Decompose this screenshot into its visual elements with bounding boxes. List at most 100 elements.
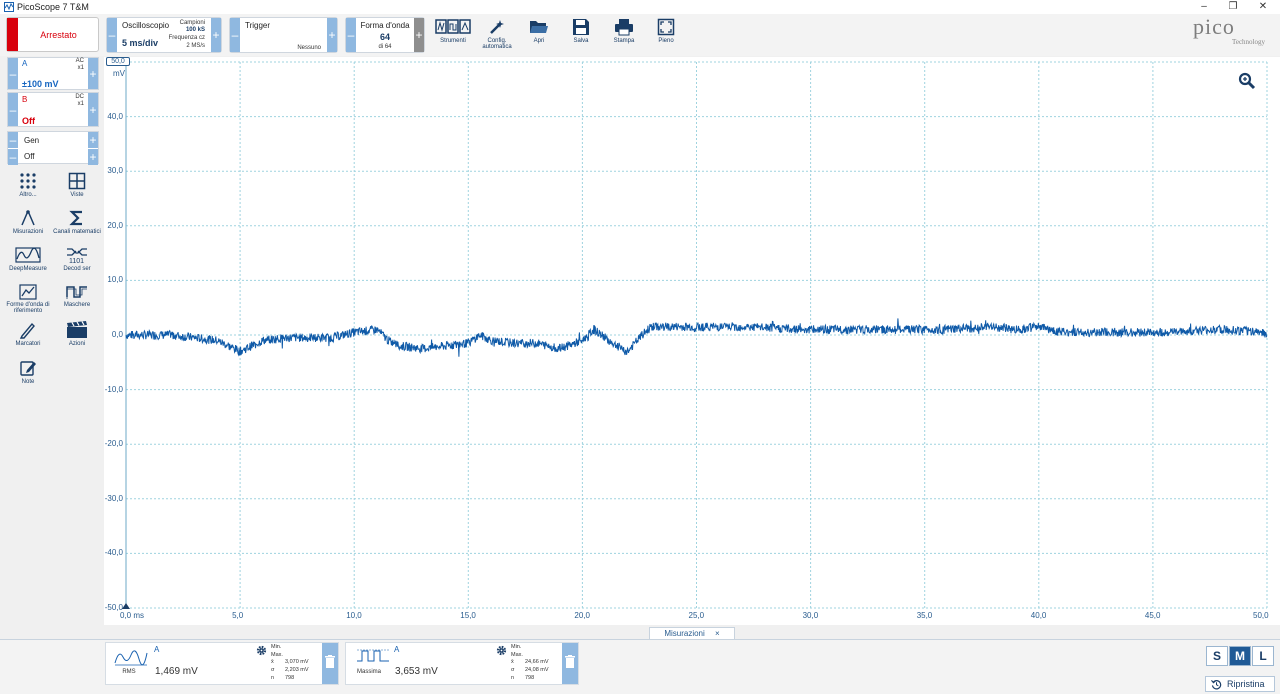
sidebar-item-math-channels[interactable]: Canali matematici — [53, 209, 101, 235]
y-axis-top-value[interactable]: 50,0 — [106, 57, 130, 66]
close-window-button[interactable]: ✕ — [1249, 0, 1277, 14]
timebase-value[interactable]: 5 ms/div — [122, 38, 158, 48]
auto-setup-label: Config. automatica — [482, 38, 512, 50]
tools-label: Strumenti — [440, 38, 466, 44]
generator-decrease[interactable]: – — [8, 132, 18, 148]
size-medium-button[interactable]: M — [1229, 646, 1251, 666]
sidebar-item-views[interactable]: Viste — [53, 172, 101, 198]
gear-icon[interactable] — [496, 645, 507, 656]
print-label: Stampa — [613, 38, 635, 44]
trigger-control: – Trigger Nessuno + — [229, 17, 338, 53]
waveform-index[interactable]: 64 — [358, 32, 412, 42]
folder-icon — [530, 21, 548, 33]
timebase-decrease-button[interactable]: – — [107, 18, 117, 52]
measurement-card-max[interactable]: Massima A 3,653 mV Min. Max. x̄ 24,66 mV … — [345, 642, 579, 685]
sidebar-label-measurements: Misurazioni — [12, 229, 44, 235]
generator-state-increase[interactable]: + — [88, 149, 98, 165]
fullscreen-button[interactable]: Pieno — [646, 17, 686, 44]
serial-decode-icon: 1101 — [67, 248, 87, 264]
x-tick-label: 5,0 — [232, 611, 244, 620]
y-tick-label: -10,0 — [104, 384, 123, 394]
reset-label: Ripristina — [1227, 679, 1265, 689]
channel-a-range-decrease[interactable]: – — [8, 58, 18, 89]
stat-mean: 3,070 mV — [285, 659, 309, 666]
sidebar-item-serial-decode[interactable]: 1101 Decod ser — [53, 246, 101, 272]
y-tick-label: -20,0 — [104, 439, 123, 449]
trigger-decrease-button[interactable]: – — [230, 18, 240, 52]
generator-increase[interactable]: + — [88, 132, 98, 148]
pen-icon — [19, 322, 35, 339]
delete-measurement-button[interactable] — [562, 643, 578, 684]
measurement-value: 3,653 mV — [395, 666, 438, 677]
stat-count: 798 — [525, 674, 535, 681]
gear-icon[interactable] — [256, 645, 267, 656]
print-button[interactable]: Stampa — [604, 17, 644, 44]
channel-b-coupling[interactable]: DC — [75, 94, 84, 100]
sigma-icon — [69, 210, 82, 226]
window-title: PicoScope 7 T&M — [17, 2, 89, 12]
fullscreen-icon — [657, 18, 675, 36]
measurements-tab-close[interactable]: × — [715, 629, 720, 638]
deepmeasure-icon — [15, 247, 41, 263]
measurement-card-rms[interactable]: RMS A 1,469 mV Min. Max. x̄ 3,070 mV σ 2,2… — [105, 642, 339, 685]
timebase-increase-button[interactable]: + — [211, 18, 221, 52]
sidebar-item-more[interactable]: Altro... — [4, 172, 52, 198]
mask-icon — [66, 286, 87, 299]
history-icon — [1211, 680, 1222, 690]
stat-count: 798 — [285, 674, 295, 681]
oscilloscope-view[interactable] — [104, 57, 1280, 625]
channel-a-coupling[interactable]: AC — [76, 58, 84, 64]
channel-b-range-increase[interactable]: + — [88, 93, 98, 126]
dots-grid-icon — [20, 173, 36, 189]
size-large-button[interactable]: L — [1252, 646, 1274, 666]
save-button[interactable]: Salva — [561, 17, 601, 44]
channel-b-range-decrease[interactable]: – — [8, 93, 18, 126]
waveform-previous-button[interactable]: – — [346, 18, 356, 52]
tools-icon — [435, 19, 471, 34]
generator-label: Gen — [24, 136, 40, 145]
reset-button[interactable]: Ripristina — [1205, 676, 1275, 692]
generator-state[interactable]: Off — [24, 152, 35, 161]
timebase-control: – Oscilloscopio 5 ms/div Campioni 100 kS… — [106, 17, 222, 53]
generator-control: – Gen + – Off + — [7, 131, 99, 165]
minimize-button[interactable]: – — [1190, 0, 1218, 14]
channel-a-range[interactable]: ±100 mV — [22, 79, 58, 89]
sidebar-label-actions: Azioni — [68, 341, 86, 347]
y-tick-label: 0,0 — [111, 330, 123, 339]
delete-measurement-button[interactable] — [322, 643, 338, 684]
app-icon — [4, 2, 14, 12]
x-tick-label: 0,0 ms — [120, 611, 145, 620]
sidebar-item-markers[interactable]: Marcatori — [4, 321, 52, 347]
samples-value[interactable]: 100 kS — [186, 27, 205, 33]
waveform-next-button[interactable]: + — [414, 18, 424, 52]
channel-a-range-increase[interactable]: + — [88, 58, 98, 89]
sidebar-item-measurements[interactable]: Misurazioni — [4, 209, 52, 235]
tools-button[interactable]: Strumenti — [433, 17, 473, 44]
sidebar-item-deepmeasure[interactable]: DeepMeasure — [4, 246, 52, 272]
sidebar-item-reference-waveforms[interactable]: Forme d'onda di riferimento — [4, 284, 52, 314]
trigger-increase-button[interactable]: + — [327, 18, 337, 52]
zoom-button[interactable] — [1238, 72, 1256, 95]
open-button[interactable]: Apri — [519, 17, 559, 44]
sidebar-item-masks[interactable]: Maschere — [53, 284, 101, 308]
channel-a-control: – A AC x1 ±100 mV + — [7, 57, 99, 90]
zoom-magnifier-icon — [1238, 72, 1256, 90]
trigger-mode-value[interactable]: Nessuno — [297, 45, 321, 51]
size-small-button[interactable]: S — [1206, 646, 1228, 666]
run-stop-button[interactable]: Arrestato — [6, 17, 99, 52]
channel-b-range[interactable]: Off — [22, 116, 35, 126]
printer-icon — [615, 19, 633, 36]
trigger-label: Trigger — [245, 21, 271, 30]
measurement-value: 1,469 mV — [155, 666, 198, 677]
measurements-tab[interactable]: Misurazioni × — [649, 627, 735, 639]
measurements-tab-label: Misurazioni — [664, 629, 705, 638]
frequency-value: 2 MS/s — [186, 43, 205, 49]
y-tick-label: 30,0 — [107, 166, 123, 176]
frequency-label: Frequenza cz — [168, 35, 205, 41]
restore-button[interactable]: ❐ — [1219, 0, 1247, 14]
sidebar-item-actions[interactable]: Azioni — [53, 321, 101, 347]
sidebar-item-notes[interactable]: Note — [4, 359, 52, 385]
generator-state-decrease[interactable]: – — [8, 149, 18, 165]
auto-setup-button[interactable]: Config. automatica — [477, 17, 517, 50]
measurement-statistics: Min. Max. x̄ 24,66 mV σ 24,08 mV n 798 — [511, 644, 549, 681]
